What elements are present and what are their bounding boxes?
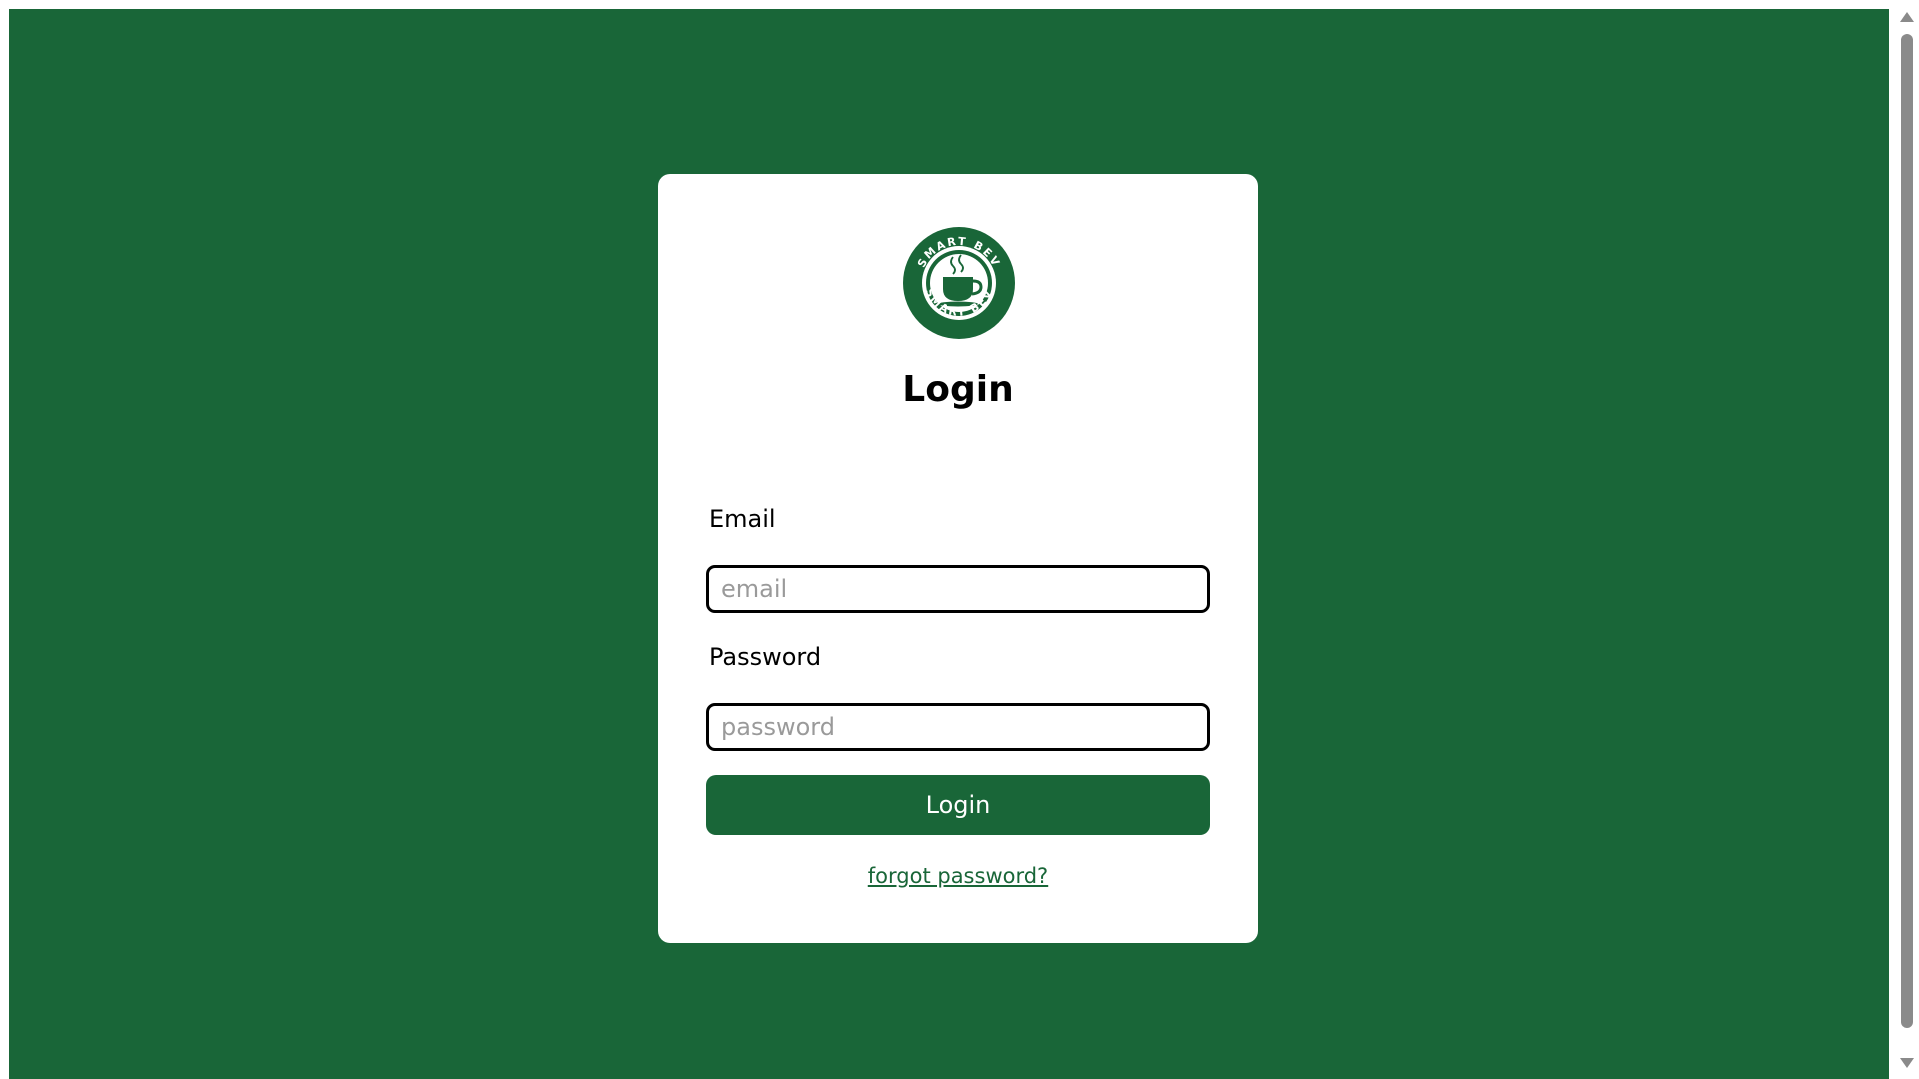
login-card: SMART BEV SMART BEV Login Email Password… [658,174,1258,943]
login-button[interactable]: Login [706,775,1210,835]
password-label: Password [709,643,822,671]
scrollbar-thumb[interactable] [1901,34,1913,1028]
smart-bev-logo-icon: SMART BEV SMART BEV [903,227,1015,339]
forgot-password-link[interactable]: forgot password? [868,864,1048,888]
page-background: SMART BEV SMART BEV Login Email Password… [9,9,1889,1079]
email-label: Email [709,505,776,533]
login-title: Login [902,369,1014,410]
email-input[interactable] [706,565,1210,613]
scroll-down-arrow-icon[interactable] [1900,1058,1914,1068]
scroll-up-arrow-icon[interactable] [1900,12,1914,22]
password-input[interactable] [706,703,1210,751]
forgot-password-container: forgot password? [658,864,1258,888]
